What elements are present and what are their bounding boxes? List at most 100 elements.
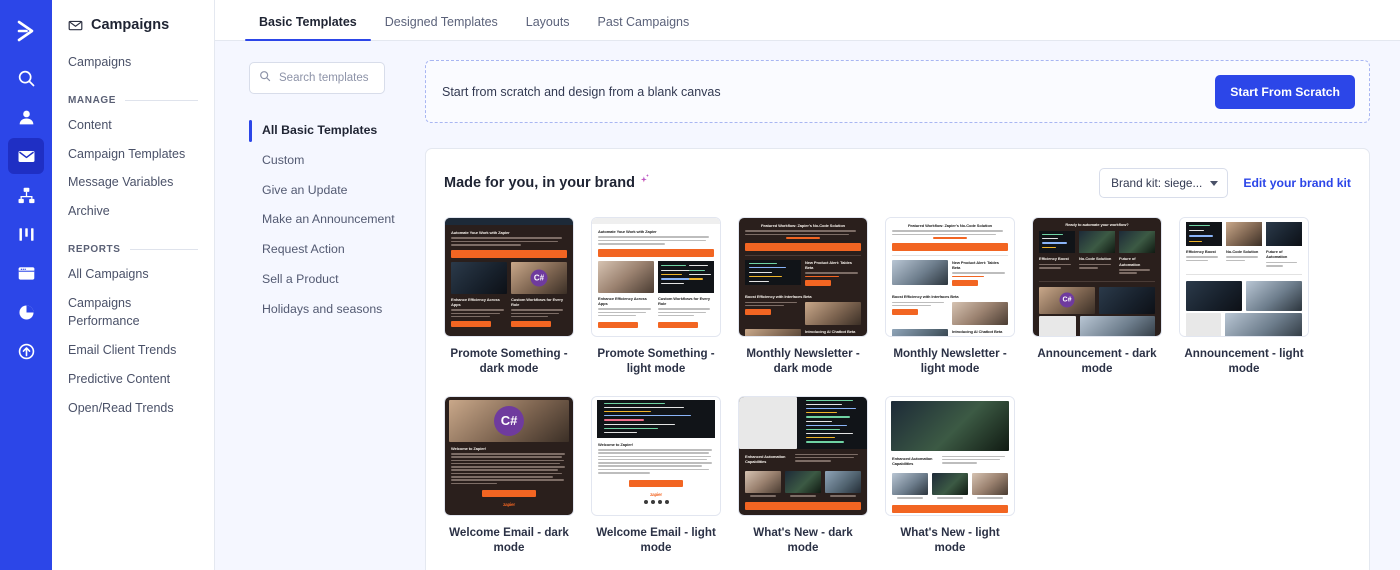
template-thumbnail[interactable]: Efficiency Boost No-Code Solution Future… xyxy=(1179,217,1309,337)
sidebar-item-archive[interactable]: Archive xyxy=(52,197,214,226)
template-grid: Automate Your Work with Zapier Enhance E… xyxy=(444,217,1351,555)
mock-item: Introducing AI Chatbot Beta xyxy=(952,328,1003,334)
edit-brand-kit-link[interactable]: Edit your brand kit xyxy=(1243,176,1351,190)
mock-column-title: No-Code Solution xyxy=(1079,256,1112,262)
template-label: Welcome Email - light mode xyxy=(596,525,716,554)
mock-item: New Product Alert: Tables Beta xyxy=(952,259,999,270)
template-thumbnail[interactable]: Enhanced Automation Capabilities xyxy=(885,395,1015,516)
tab-past-campaigns[interactable]: Past Campaigns xyxy=(584,15,704,40)
template-card[interactable]: Enhanced Automation Capabilities What's … xyxy=(885,395,1015,556)
template-label: Promote Something - dark mode xyxy=(450,347,568,376)
template-label: Monthly Newsletter - light mode xyxy=(893,347,1007,376)
panel-actions: Brand kit: siege... Edit your brand kit xyxy=(1099,168,1351,198)
mock-wordmark: zapier xyxy=(503,502,515,508)
ai-sparkle-icon xyxy=(638,173,651,190)
app-root: Campaigns Campaigns MANAGE Content Campa… xyxy=(0,0,1400,570)
templates-content: Start from scratch and design from a bla… xyxy=(425,41,1400,570)
panel-title: Made for you, in your brand xyxy=(444,173,651,191)
category-all-basic-templates[interactable]: All Basic Templates xyxy=(249,116,425,146)
category-request-action[interactable]: Request Action xyxy=(249,235,425,265)
template-thumbnail[interactable]: Ready to automate your workflow? Efficie… xyxy=(1032,217,1162,337)
main-region: Basic Templates Designed Templates Layou… xyxy=(215,0,1400,570)
sidebar-item-open-read-trends[interactable]: Open/Read Trends xyxy=(52,394,214,423)
template-card[interactable]: Enhanced Automation Capabilities What's … xyxy=(738,395,868,556)
mock-heading: Welcome to Zapier! xyxy=(451,445,487,451)
template-thumbnail[interactable]: C# Welcome to Zapier! zapier xyxy=(444,395,574,516)
sidebar-group-label: MANAGE xyxy=(68,94,117,106)
person-icon[interactable] xyxy=(8,99,44,135)
template-card[interactable]: Featured Workflow: Zapier's No-Code Solu… xyxy=(885,217,1015,377)
sidebar-item-campaigns-performance[interactable]: Campaigns Performance xyxy=(52,289,214,337)
sidebar-item-all-campaigns[interactable]: All Campaigns xyxy=(52,260,214,289)
template-card[interactable]: Welcome to Zapier! zapier Welcome Email … xyxy=(591,395,721,556)
category-make-an-announcement[interactable]: Make an Announcement xyxy=(249,205,425,235)
search-icon xyxy=(259,69,271,87)
primary-icon-rail xyxy=(0,0,52,570)
mock-social-dots xyxy=(598,499,714,504)
sidebar-item-campaigns[interactable]: Campaigns xyxy=(52,48,214,77)
sitemap-icon[interactable] xyxy=(8,177,44,213)
mock-column-title: Future of Automation xyxy=(1119,256,1141,267)
divider xyxy=(125,99,198,101)
mock-heading: Automate Your Work with Zapier xyxy=(598,229,657,234)
tab-layouts[interactable]: Layouts xyxy=(512,15,584,40)
template-card[interactable]: Ready to automate your workflow? Efficie… xyxy=(1032,217,1162,377)
arrow-up-circle-icon[interactable] xyxy=(8,333,44,369)
template-thumbnail[interactable]: Automate Your Work with Zapier Enhance E… xyxy=(444,217,574,337)
search-icon[interactable] xyxy=(8,60,44,96)
panel-title-text: Made for you, in your brand xyxy=(444,175,635,191)
template-card[interactable]: Efficiency Boost No-Code Solution Future… xyxy=(1179,217,1309,377)
envelope-icon xyxy=(68,18,83,33)
search-input[interactable] xyxy=(277,71,375,85)
mock-heading: Ready to automate your workflow? xyxy=(1065,222,1129,227)
sidebar-item-campaign-templates[interactable]: Campaign Templates xyxy=(52,140,214,169)
search-templates-box[interactable] xyxy=(249,62,385,94)
mock-subheading: Enhance Efficiency Across Apps xyxy=(598,295,647,306)
sidebar-item-email-client-trends[interactable]: Email Client Trends xyxy=(52,336,214,365)
secondary-sidebar: Campaigns Campaigns MANAGE Content Campa… xyxy=(52,0,215,570)
tab-bar: Basic Templates Designed Templates Layou… xyxy=(215,0,1400,41)
template-label: Announcement - light mode xyxy=(1184,347,1304,376)
template-thumbnail[interactable]: Welcome to Zapier! zapier xyxy=(591,395,721,516)
template-card[interactable]: Featured Workflow: Zapier's No-Code Solu… xyxy=(738,217,868,377)
tab-basic-templates[interactable]: Basic Templates xyxy=(245,15,371,41)
template-thumbnail[interactable]: Enhanced Automation Capabilities xyxy=(738,395,868,516)
template-label: Promote Something - light mode xyxy=(597,347,715,376)
pie-chart-icon[interactable] xyxy=(8,294,44,330)
brand-kit-dropdown[interactable]: Brand kit: siege... xyxy=(1099,168,1229,198)
category-holidays-and-seasons[interactable]: Holidays and seasons xyxy=(249,295,425,325)
sidebar-title: Campaigns xyxy=(52,0,214,48)
start-from-scratch-banner: Start from scratch and design from a bla… xyxy=(425,60,1370,123)
mock-heading: Featured Workflow: Zapier's No-Code Solu… xyxy=(760,223,846,228)
mock-heading: Enhanced Automation Capabilities xyxy=(892,455,933,466)
template-card[interactable]: Automate Your Work with Zapier Enhance E… xyxy=(444,217,574,377)
mock-heading: Enhanced Automation Capabilities xyxy=(745,453,786,464)
mock-heading: Automate Your Work with Zapier xyxy=(451,230,510,235)
template-card[interactable]: Automate Your Work with Zapier Enhance E… xyxy=(591,217,721,377)
window-icon[interactable] xyxy=(8,255,44,291)
zapier-chevron-logo[interactable] xyxy=(0,8,52,54)
sidebar-item-content[interactable]: Content xyxy=(52,111,214,140)
envelope-icon[interactable] xyxy=(8,138,44,174)
category-custom[interactable]: Custom xyxy=(249,146,425,176)
scratch-description: Start from scratch and design from a bla… xyxy=(442,84,721,99)
mock-subheading: Custom Workflows for Every Role xyxy=(658,295,711,306)
kanban-icon[interactable] xyxy=(8,216,44,252)
sidebar-item-message-variables[interactable]: Message Variables xyxy=(52,168,214,197)
template-thumbnail[interactable]: Featured Workflow: Zapier's No-Code Solu… xyxy=(885,217,1015,337)
category-give-an-update[interactable]: Give an Update xyxy=(249,176,425,206)
template-thumbnail[interactable]: Automate Your Work with Zapier Enhance E… xyxy=(591,217,721,337)
sidebar-group-reports: REPORTS xyxy=(52,226,214,260)
template-thumbnail[interactable]: Featured Workflow: Zapier's No-Code Solu… xyxy=(738,217,868,337)
category-sell-a-product[interactable]: Sell a Product xyxy=(249,265,425,295)
chevron-down-icon xyxy=(1210,180,1219,186)
mock-item: Boost Efficiency with Interfaces Beta xyxy=(745,294,812,300)
tab-designed-templates[interactable]: Designed Templates xyxy=(371,15,512,40)
mock-subheading: Enhance Efficiency Across Apps xyxy=(451,296,500,307)
template-card[interactable]: C# Welcome to Zapier! zapier Welcome Ema… xyxy=(444,395,574,556)
template-filters: All Basic Templates Custom Give an Updat… xyxy=(215,41,425,570)
mock-column-title: No-Code Solution xyxy=(1226,249,1259,254)
template-label: Monthly Newsletter - dark mode xyxy=(746,347,860,376)
start-from-scratch-button[interactable]: Start From Scratch xyxy=(1215,74,1355,109)
sidebar-item-predictive-content[interactable]: Predictive Content xyxy=(52,365,214,394)
